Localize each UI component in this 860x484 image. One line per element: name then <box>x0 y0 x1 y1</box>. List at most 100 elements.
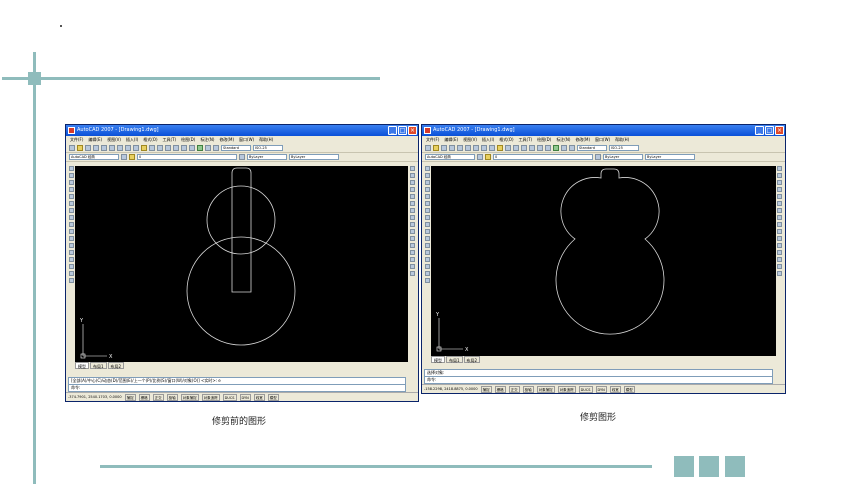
menu-window[interactable]: 窗口(W) <box>239 136 254 144</box>
join-icon[interactable] <box>776 250 782 255</box>
match-properties-icon[interactable] <box>141 145 147 151</box>
region-icon[interactable] <box>424 264 430 269</box>
redo-icon[interactable] <box>157 145 163 151</box>
polar-toggle[interactable]: 极轴 <box>522 386 534 393</box>
menu-help[interactable]: 帮助(H) <box>615 136 629 144</box>
array-icon[interactable] <box>776 194 782 199</box>
polyline-icon[interactable] <box>424 180 430 185</box>
menu-draw[interactable]: 绘图(D) <box>537 136 551 144</box>
mirror-icon[interactable] <box>409 180 415 185</box>
cut-icon[interactable] <box>473 145 479 151</box>
menu-edit[interactable]: 编辑(E) <box>88 136 102 144</box>
menu-draw[interactable]: 绘图(D) <box>181 136 195 144</box>
zoom-previous-icon[interactable] <box>545 145 551 151</box>
menu-help[interactable]: 帮助(H) <box>259 136 273 144</box>
spline-icon[interactable] <box>68 222 74 227</box>
arc-icon[interactable] <box>68 201 74 206</box>
undo-icon[interactable] <box>149 145 155 151</box>
chamfer-icon[interactable] <box>409 257 415 262</box>
menu-format[interactable]: 格式(O) <box>499 136 513 144</box>
dim-style-dropdown[interactable]: ISO-25 <box>609 145 639 151</box>
ortho-toggle[interactable]: 正交 <box>152 394 164 401</box>
arc-icon[interactable] <box>424 201 430 206</box>
make-current-icon[interactable] <box>595 154 601 160</box>
stretch-icon[interactable] <box>776 222 782 227</box>
hatch-icon[interactable] <box>68 257 74 262</box>
layer-manager-icon[interactable] <box>477 154 483 160</box>
construction-line-icon[interactable] <box>68 173 74 178</box>
design-center-icon[interactable] <box>205 145 211 151</box>
color-dropdown[interactable]: ByLayer <box>247 154 287 160</box>
otrack-toggle[interactable]: 对象追踪 <box>201 394 220 401</box>
grid-toggle[interactable]: 栅格 <box>494 386 506 393</box>
dyn-toggle[interactable]: DYN <box>239 394 251 401</box>
osnap-toggle[interactable]: 对象捕捉 <box>180 394 199 401</box>
mtext-icon[interactable] <box>424 278 430 283</box>
snap-toggle[interactable]: 捕捉 <box>124 394 136 401</box>
drawing-canvas[interactable]: Y X <box>431 166 776 356</box>
menu-format[interactable]: 格式(O) <box>143 136 157 144</box>
tab-layout2[interactable]: 布局2 <box>463 356 481 363</box>
make-block-icon[interactable] <box>68 243 74 248</box>
minimize-button[interactable]: _ <box>388 126 397 135</box>
publish-icon[interactable] <box>465 145 471 151</box>
lineweight-toggle[interactable]: 线宽 <box>609 386 621 393</box>
array-icon[interactable] <box>409 194 415 199</box>
publish-icon[interactable] <box>109 145 115 151</box>
zoom-previous-icon[interactable] <box>189 145 195 151</box>
offset-icon[interactable] <box>776 187 782 192</box>
minimize-button[interactable]: _ <box>755 126 764 135</box>
mtext-icon[interactable] <box>68 278 74 283</box>
workspace-dropdown[interactable]: AutoCAD 经典 <box>69 154 119 160</box>
rotate-icon[interactable] <box>409 208 415 213</box>
table-icon[interactable] <box>424 271 430 276</box>
tool-palettes-icon[interactable] <box>569 145 575 151</box>
explode-icon[interactable] <box>409 271 415 276</box>
menu-insert[interactable]: 插入(I) <box>482 136 494 144</box>
preview-icon[interactable] <box>101 145 107 151</box>
erase-icon[interactable] <box>776 166 782 171</box>
polar-toggle[interactable]: 极轴 <box>166 394 178 401</box>
tab-layout1[interactable]: 布局1 <box>446 356 463 363</box>
copy-icon[interactable] <box>481 145 487 151</box>
point-icon[interactable] <box>68 250 74 255</box>
chamfer-icon[interactable] <box>776 257 782 262</box>
layer-manager-icon[interactable] <box>121 154 127 160</box>
break-icon[interactable] <box>409 243 415 248</box>
zoom-icon[interactable] <box>529 145 535 151</box>
mirror-icon[interactable] <box>776 180 782 185</box>
osnap-toggle[interactable]: 对象捕捉 <box>536 386 555 393</box>
otrack-toggle[interactable]: 对象追踪 <box>557 386 576 393</box>
color-dropdown[interactable]: ByLayer <box>603 154 643 160</box>
menu-tools[interactable]: 工具(T) <box>163 136 177 144</box>
menu-view[interactable]: 视图(V) <box>107 136 121 144</box>
print-icon[interactable] <box>449 145 455 151</box>
redo-icon[interactable] <box>513 145 519 151</box>
join-icon[interactable] <box>409 250 415 255</box>
menu-modify[interactable]: 修改(M) <box>219 136 234 144</box>
rectangle-icon[interactable] <box>424 194 430 199</box>
menu-view[interactable]: 视图(V) <box>463 136 477 144</box>
hatch-icon[interactable] <box>424 257 430 262</box>
ortho-toggle[interactable]: 正交 <box>508 386 520 393</box>
grid-toggle[interactable]: 栅格 <box>138 394 150 401</box>
cut-icon[interactable] <box>117 145 123 151</box>
point-icon[interactable] <box>424 250 430 255</box>
polygon-icon[interactable] <box>424 187 430 192</box>
zoom-icon[interactable] <box>173 145 179 151</box>
trim-icon[interactable] <box>776 229 782 234</box>
line-icon[interactable] <box>424 166 430 171</box>
copy-icon[interactable] <box>125 145 131 151</box>
menu-dimension[interactable]: 标注(N) <box>200 136 214 144</box>
polyline-icon[interactable] <box>68 180 74 185</box>
menu-tools[interactable]: 工具(T) <box>519 136 533 144</box>
rotate-icon[interactable] <box>776 208 782 213</box>
menu-file[interactable]: 文件(F) <box>70 136 83 144</box>
menu-dimension[interactable]: 标注(N) <box>556 136 570 144</box>
open-icon[interactable] <box>77 145 83 151</box>
layer-state-icon[interactable] <box>485 154 491 160</box>
menu-modify[interactable]: 修改(M) <box>575 136 590 144</box>
copy-object-icon[interactable] <box>776 173 782 178</box>
offset-icon[interactable] <box>409 187 415 192</box>
maximize-button[interactable]: □ <box>398 126 407 135</box>
